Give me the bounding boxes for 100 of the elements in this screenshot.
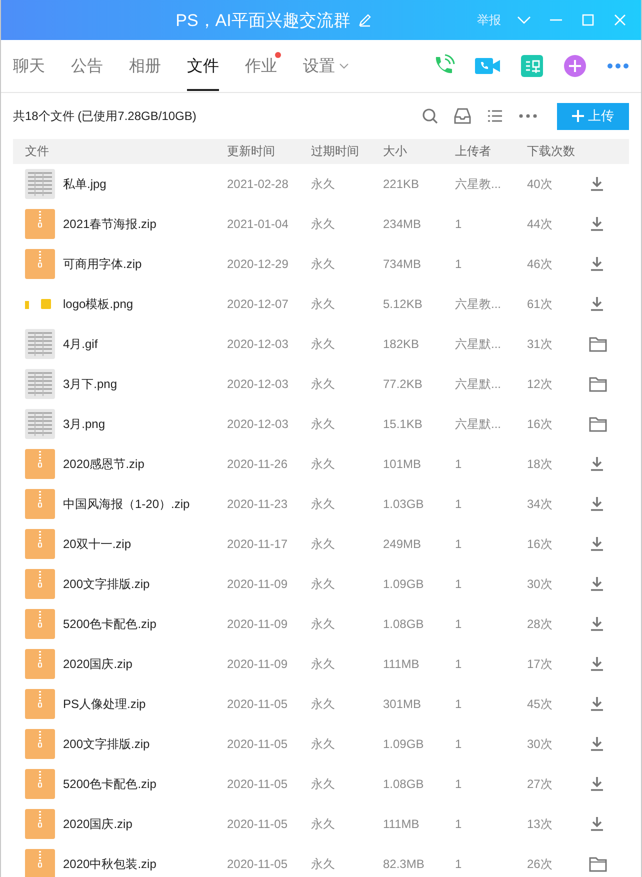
file-name[interactable]: 3月下.png [63, 376, 227, 392]
download-icon[interactable] [589, 176, 605, 192]
tab[interactable]: 聊天 [13, 42, 45, 90]
table-cell-text: 2020-11-05 [227, 737, 288, 751]
zip-file-icon [25, 529, 55, 559]
download-icon[interactable] [589, 576, 605, 592]
tab[interactable]: 相册 [129, 42, 161, 90]
table-cell-text: 40次 [527, 176, 554, 192]
file-summary: 共18个文件 (已使用7.28GB/10GB) [13, 108, 198, 124]
inbox-icon[interactable] [454, 108, 471, 124]
table-cell-text: 34次 [527, 496, 554, 512]
table-cell-text: 1 [455, 737, 463, 751]
video-call-icon[interactable] [475, 56, 501, 76]
table-cell-text: 44次 [527, 216, 554, 232]
table-cell-text: 永久 [311, 696, 336, 712]
download-icon[interactable] [589, 776, 605, 792]
more-icon[interactable] [519, 114, 537, 118]
folder-icon[interactable] [589, 336, 607, 352]
file-name[interactable]: 中国风海报（1-20）.zip [63, 496, 227, 512]
download-icon[interactable] [589, 536, 605, 552]
table-cell-text: 13次 [527, 816, 554, 832]
table-cell-text: 26次 [527, 856, 554, 872]
zip-file-icon [25, 489, 55, 519]
image-thumbnail [25, 409, 55, 439]
plus-icon [572, 110, 584, 122]
file-name[interactable]: 2020中秋包装.zip [63, 856, 227, 872]
column-header[interactable]: 文件 [13, 143, 227, 160]
download-icon[interactable] [589, 296, 605, 312]
table-cell-text: 永久 [311, 336, 336, 352]
list-view-icon[interactable] [487, 109, 503, 123]
table-cell-text: 15.1KB [383, 417, 424, 431]
table-cell-text: 六星教... [455, 296, 502, 312]
file-name[interactable]: logo模板.png [63, 296, 227, 312]
file-name[interactable]: 5200色卡配色.zip [63, 616, 227, 632]
column-header[interactable]: 过期时间 [311, 143, 383, 160]
table-cell-text: 1.08GB [383, 777, 425, 791]
table-cell-text: 2020-11-17 [227, 537, 288, 551]
tab[interactable]: 文件 [187, 42, 219, 90]
download-icon[interactable] [589, 616, 605, 632]
file-name[interactable]: PS人像处理.zip [63, 696, 227, 712]
column-header[interactable]: 上传者 [455, 143, 527, 160]
file-name[interactable]: 200文字排版.zip [63, 576, 227, 592]
table-cell-text: 永久 [311, 536, 336, 552]
download-icon[interactable] [589, 656, 605, 672]
folder-icon[interactable] [589, 416, 607, 432]
table-cell-text: 1.09GB [383, 577, 425, 591]
file-name[interactable]: 可商用字体.zip [63, 256, 227, 272]
download-icon[interactable] [589, 256, 605, 272]
table-cell-text: 1 [455, 217, 463, 231]
table-cell-text: 永久 [311, 656, 336, 672]
table-cell-text: 永久 [311, 176, 336, 192]
download-icon[interactable] [589, 736, 605, 752]
file-name[interactable]: 5200色卡配色.zip [63, 776, 227, 792]
table-cell-text: 27次 [527, 776, 554, 792]
table-cell-text: 1 [455, 697, 463, 711]
column-header[interactable]: 下载次数 [527, 143, 581, 160]
download-icon[interactable] [589, 496, 605, 512]
edit-icon[interactable] [358, 13, 372, 27]
table-cell-text: 1.03GB [383, 497, 425, 511]
table-cell-text: 2021-01-04 [227, 217, 290, 231]
table-cell-text: 永久 [311, 736, 336, 752]
table-cell-text: 1 [455, 657, 463, 671]
table-cell-text: 101MB [383, 457, 422, 471]
table-cell-text: 16次 [527, 536, 554, 552]
table-cell-text: 永久 [311, 496, 336, 512]
file-name[interactable]: 20双十一.zip [63, 536, 227, 552]
file-name[interactable]: 私单.jpg [63, 176, 227, 192]
file-name[interactable]: 3月.png [63, 416, 227, 432]
table-cell-text: 111MB [383, 657, 420, 671]
table-cell-text: 2020-12-03 [227, 377, 290, 391]
download-icon[interactable] [589, 216, 605, 232]
add-app-icon[interactable] [563, 54, 587, 78]
column-header[interactable]: 大小 [383, 143, 455, 160]
file-name[interactable]: 2021春节海报.zip [63, 216, 227, 232]
table-cell-text: 2020-12-29 [227, 257, 290, 271]
table-cell-text: 28次 [527, 616, 554, 632]
folder-icon[interactable] [589, 856, 607, 872]
file-name[interactable]: 4月.gif [63, 336, 227, 352]
table-cell-text: 永久 [311, 376, 336, 392]
table-cell-text: 1.09GB [383, 737, 425, 751]
folder-icon[interactable] [589, 376, 607, 392]
download-icon[interactable] [589, 816, 605, 832]
tab[interactable]: 设置 [303, 42, 349, 90]
zip-file-icon [25, 609, 55, 639]
table-cell-text: 2020-11-09 [227, 577, 288, 591]
table-cell-text: 82.3MB [383, 857, 426, 871]
file-name[interactable]: 200文字排版.zip [63, 736, 227, 752]
column-header[interactable]: 更新时间 [227, 143, 311, 160]
file-name[interactable]: 2020国庆.zip [63, 816, 227, 832]
table-cell-text: 1 [455, 537, 463, 551]
table-cell-text: 221KB [383, 177, 420, 191]
download-icon[interactable] [589, 456, 605, 472]
tab[interactable]: 公告 [71, 42, 103, 90]
table-cell-text: 234MB [383, 217, 422, 231]
file-name[interactable]: 2020国庆.zip [63, 656, 227, 672]
file-name[interactable]: 2020感恩节.zip [63, 456, 227, 472]
tab[interactable]: 作业 [245, 42, 277, 90]
download-icon[interactable] [589, 696, 605, 712]
search-icon[interactable] [422, 108, 438, 124]
more-icon[interactable] [607, 63, 629, 69]
